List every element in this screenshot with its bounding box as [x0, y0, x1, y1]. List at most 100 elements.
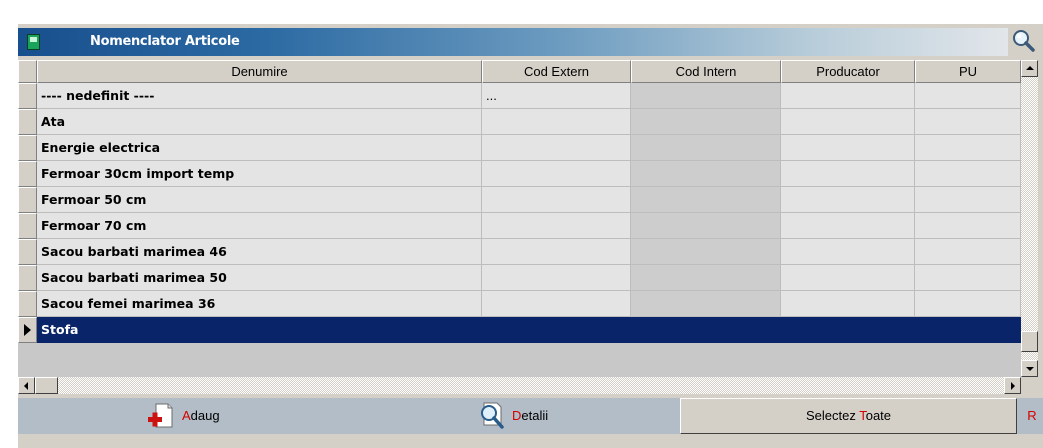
- column-header-cod-extern[interactable]: Cod Extern: [482, 60, 631, 83]
- table-row[interactable]: Fermoar 70 cm: [18, 213, 1021, 239]
- cell-cod-extern[interactable]: [482, 187, 631, 213]
- cell-producator[interactable]: [781, 135, 915, 161]
- cell-pu[interactable]: [915, 83, 1021, 109]
- select-all-label-end: oate: [865, 408, 892, 423]
- row-indicator[interactable]: [18, 161, 37, 187]
- cell-cod-intern[interactable]: [631, 239, 781, 265]
- scroll-down-button[interactable]: [1021, 360, 1038, 377]
- table-row[interactable]: Stofa: [18, 317, 1021, 343]
- row-indicator[interactable]: [18, 135, 37, 161]
- articles-grid[interactable]: Denumire Cod Extern Cod Intern Producato…: [18, 60, 1021, 377]
- arrow-up-icon: [1026, 66, 1034, 70]
- cell-pu[interactable]: [915, 265, 1021, 291]
- cell-producator[interactable]: [781, 213, 915, 239]
- cell-cod-intern[interactable]: [631, 187, 781, 213]
- cell-cod-intern[interactable]: [631, 83, 781, 109]
- cell-cod-extern[interactable]: [482, 135, 631, 161]
- add-hotkey: A: [182, 408, 191, 423]
- cell-denumire[interactable]: Sacou femei marimea 36: [37, 291, 482, 317]
- arrow-left-icon: [24, 382, 28, 390]
- search-button[interactable]: [1010, 27, 1038, 55]
- table-row[interactable]: Sacou barbati marimea 50: [18, 265, 1021, 291]
- cell-producator[interactable]: [781, 265, 915, 291]
- column-header-pu[interactable]: PU: [915, 60, 1021, 83]
- cell-producator[interactable]: [781, 239, 915, 265]
- column-header-producator[interactable]: Producator: [781, 60, 915, 83]
- cell-pu[interactable]: [915, 135, 1021, 161]
- table-row[interactable]: Ata: [18, 109, 1021, 135]
- row-indicator[interactable]: [18, 291, 37, 317]
- row-indicator[interactable]: [18, 83, 37, 109]
- cell-cod-extern[interactable]: [482, 291, 631, 317]
- horizontal-scroll-thumb[interactable]: [35, 377, 58, 394]
- cell-cod-extern[interactable]: [482, 317, 631, 343]
- scroll-right-button[interactable]: [1004, 377, 1021, 394]
- window-title: Nomenclator Articole: [90, 34, 240, 49]
- cell-cod-extern[interactable]: ...: [482, 83, 631, 109]
- cell-cod-intern[interactable]: [631, 135, 781, 161]
- row-indicator[interactable]: [18, 187, 37, 213]
- cell-cod-intern[interactable]: [631, 109, 781, 135]
- cell-cod-extern[interactable]: [482, 265, 631, 291]
- bottom-toolbar: Adaug Detalii Selectez Toate R: [18, 398, 1043, 434]
- cell-denumire[interactable]: Sacou barbati marimea 46: [37, 239, 482, 265]
- cell-denumire[interactable]: Fermoar 50 cm: [37, 187, 482, 213]
- cell-producator[interactable]: [781, 83, 915, 109]
- row-indicator[interactable]: [18, 317, 37, 343]
- row-indicator-header: [18, 60, 37, 83]
- cell-cod-intern[interactable]: [631, 213, 781, 239]
- scroll-left-button[interactable]: [18, 377, 35, 394]
- cell-denumire[interactable]: Sacou barbati marimea 50: [37, 265, 482, 291]
- row-indicator[interactable]: [18, 239, 37, 265]
- cell-pu[interactable]: [915, 239, 1021, 265]
- cell-denumire[interactable]: ---- nedefinit ----: [37, 83, 482, 109]
- vertical-scroll-thumb[interactable]: [1021, 331, 1038, 352]
- cell-denumire[interactable]: Fermoar 70 cm: [37, 213, 482, 239]
- partial-toolbar-button[interactable]: R: [1021, 398, 1043, 434]
- details-button[interactable]: Detalii: [476, 398, 596, 434]
- cell-cod-extern[interactable]: [482, 161, 631, 187]
- nomenclator-window: Nomenclator Articole Denumire Cod Extern…: [18, 24, 1043, 448]
- table-row[interactable]: ---- nedefinit ----...: [18, 83, 1021, 109]
- cell-producator[interactable]: [781, 317, 915, 343]
- row-indicator[interactable]: [18, 265, 37, 291]
- window-app-icon: [27, 34, 40, 50]
- cell-denumire[interactable]: Ata: [37, 109, 482, 135]
- table-row[interactable]: Sacou femei marimea 36: [18, 291, 1021, 317]
- cell-denumire[interactable]: Stofa: [37, 317, 482, 343]
- cell-producator[interactable]: [781, 291, 915, 317]
- cell-denumire[interactable]: Energie electrica: [37, 135, 482, 161]
- horizontal-scrollbar[interactable]: [18, 377, 1021, 394]
- cell-pu[interactable]: [915, 187, 1021, 213]
- table-row[interactable]: Fermoar 30cm import temp: [18, 161, 1021, 187]
- cell-pu[interactable]: [915, 161, 1021, 187]
- add-button[interactable]: Adaug: [146, 398, 266, 434]
- magnify-document-icon: [481, 402, 504, 429]
- cell-cod-extern[interactable]: [482, 109, 631, 135]
- column-header-cod-intern[interactable]: Cod Intern: [631, 60, 781, 83]
- row-indicator[interactable]: [18, 109, 37, 135]
- column-header-denumire[interactable]: Denumire: [37, 60, 482, 83]
- select-all-button[interactable]: Selectez Toate: [680, 398, 1017, 434]
- cell-cod-intern[interactable]: [631, 161, 781, 187]
- cell-producator[interactable]: [781, 187, 915, 213]
- cell-pu[interactable]: [915, 213, 1021, 239]
- table-row[interactable]: Sacou barbati marimea 46: [18, 239, 1021, 265]
- vertical-scrollbar[interactable]: [1021, 60, 1038, 377]
- cell-pu[interactable]: [915, 109, 1021, 135]
- table-row[interactable]: Fermoar 50 cm: [18, 187, 1021, 213]
- cell-cod-intern[interactable]: [631, 291, 781, 317]
- cell-producator[interactable]: [781, 109, 915, 135]
- cell-pu[interactable]: [915, 291, 1021, 317]
- cell-cod-intern[interactable]: [631, 317, 781, 343]
- title-bar: Nomenclator Articole: [18, 28, 1008, 56]
- scroll-up-button[interactable]: [1021, 60, 1038, 77]
- cell-cod-extern[interactable]: [482, 213, 631, 239]
- row-indicator[interactable]: [18, 213, 37, 239]
- cell-cod-extern[interactable]: [482, 239, 631, 265]
- cell-denumire[interactable]: Fermoar 30cm import temp: [37, 161, 482, 187]
- cell-cod-intern[interactable]: [631, 265, 781, 291]
- cell-pu[interactable]: [915, 317, 1021, 343]
- cell-producator[interactable]: [781, 161, 915, 187]
- table-row[interactable]: Energie electrica: [18, 135, 1021, 161]
